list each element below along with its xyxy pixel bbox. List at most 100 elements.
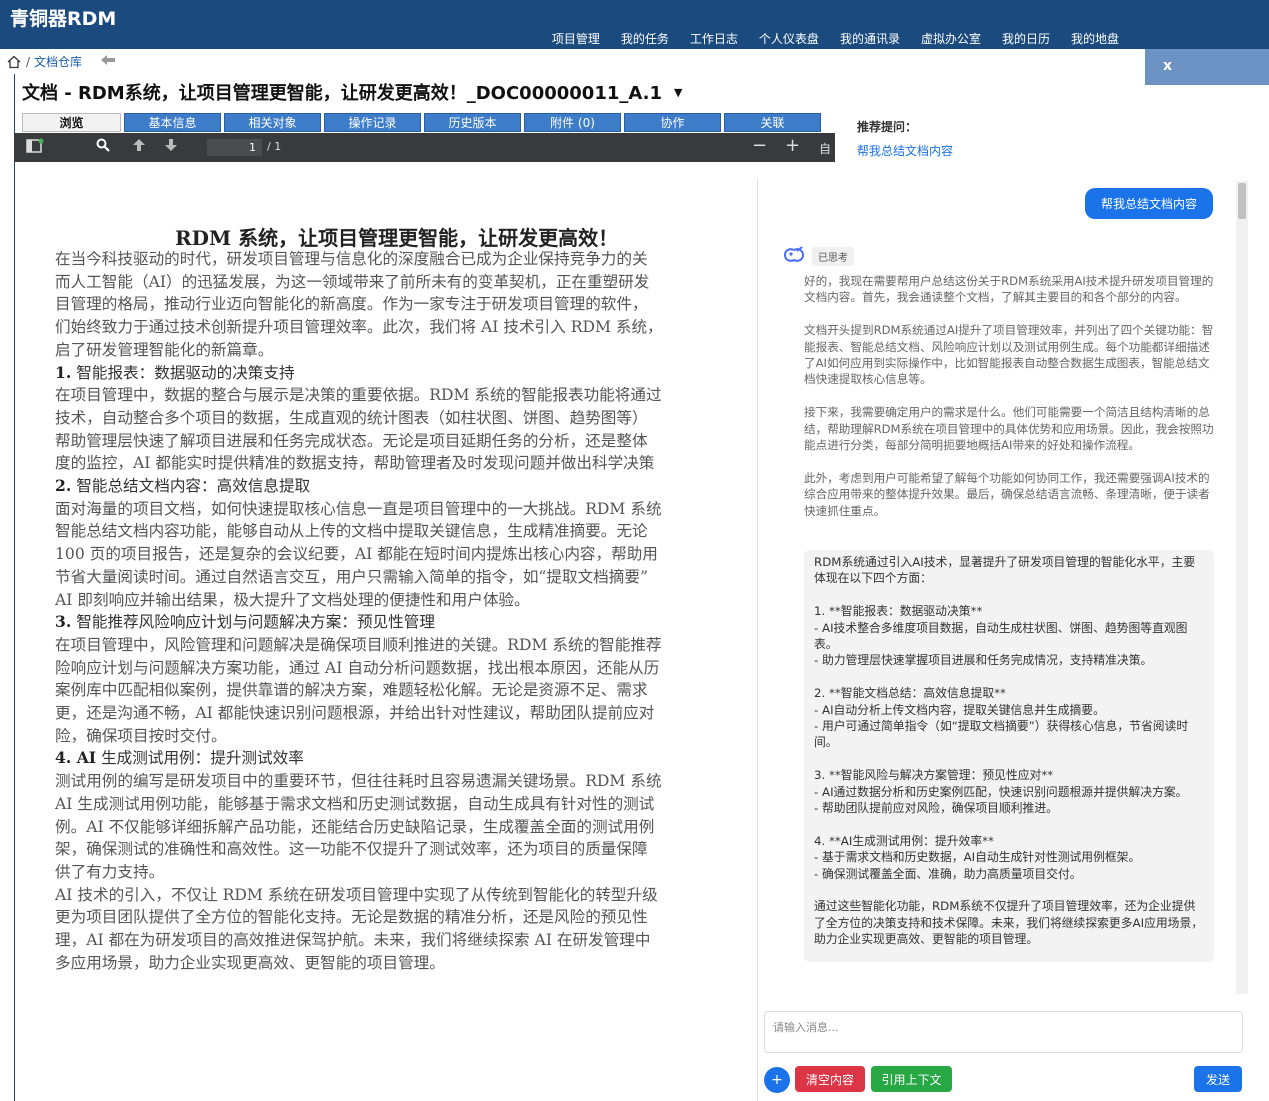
document-title-text: 文档 - RDM系统，让项目管理更智能，让研发更高效！_DOC00000011_… xyxy=(22,83,662,104)
answer-line: - 用户可通过简单指令（如“提取文档摘要”）获得核心信息，节省阅读时间。 xyxy=(814,719,1189,750)
pdf-line: 多应用场景，助力企业实现更高效、更智能的项目管理。 xyxy=(55,953,445,972)
pdf-line: 险，确保项目按时交付。 xyxy=(55,726,227,745)
nav-item-my-space[interactable]: 我的地盘 xyxy=(1071,30,1119,47)
heading-number: 2. xyxy=(55,476,72,496)
pdf-line: 而人工智能（AI）的迅猛发展，为这一领域带来了前所未有的变革契机，正在重塑研发 xyxy=(55,272,650,291)
pdf-heading-1: 1. 智能报表：数据驱动的决策支持 xyxy=(55,362,758,385)
top-header: 青铜器RDM 项目管理 我的任务 工作日志 个人仪表盘 我的通讯录 虚拟办公室 … xyxy=(0,0,1269,49)
tab-attachments[interactable]: 附件 (0) xyxy=(524,113,621,132)
answer-line: RDM系统通过引入AI技术，显著提升了研发项目管理的智能化水平，主要体现在以下四… xyxy=(814,555,1196,586)
send-button[interactable]: 发送 xyxy=(1194,1066,1242,1092)
breadcrumb-separator: / xyxy=(26,54,31,69)
pdf-line: 在当今科技驱动的时代，研发项目管理与信息化的深度融合已成为企业保持竞争力的关 xyxy=(55,250,648,268)
pdf-heading-3: 3. 智能推荐风险响应计划与问题解决方案：预见性管理 xyxy=(55,611,758,634)
ai-answer-bubble: RDM系统通过引入AI技术，显著提升了研发项目管理的智能化水平，主要体现在以下四… xyxy=(804,550,1214,962)
pdf-line: AI 技术的引入，不仅让 RDM 系统在研发项目管理中实现了从传统到智能化的转型… xyxy=(55,885,658,904)
document-title: 文档 - RDM系统，让项目管理更智能，让研发更高效！_DOC00000011_… xyxy=(22,79,682,105)
add-button[interactable]: + xyxy=(764,1067,790,1093)
recommend-question-link[interactable]: 帮我总结文档内容 xyxy=(857,142,953,159)
page-number-input[interactable]: 1 xyxy=(207,139,262,156)
tab-basic-info[interactable]: 基本信息 xyxy=(124,113,221,132)
nav-item-virtual-office[interactable]: 虚拟办公室 xyxy=(921,30,981,47)
heading-number: 1. xyxy=(55,362,72,382)
recommend-panel: 推荐提问： 帮我总结文档内容 xyxy=(845,104,1269,174)
pdf-page: RDM 系统，让项目管理更智能，让研发更高效！ 在当今科技驱动的时代，研发项目管… xyxy=(15,162,758,1101)
chat-message-input[interactable] xyxy=(765,1012,1242,1052)
answer-line xyxy=(814,751,1204,767)
close-panel-button[interactable]: x xyxy=(1163,58,1172,74)
pdf-toolbar: 1 / 1 − + 自 xyxy=(14,133,835,162)
pdf-line: AI 即刻响应并输出结果，极大提升了文档处理的便捷性和用户体验。 xyxy=(55,590,530,609)
heading-number: 4. AI xyxy=(55,748,97,768)
back-arrow-icon[interactable] xyxy=(100,54,116,70)
tab-collaborate[interactable]: 协作 xyxy=(624,113,721,132)
answer-line: - AI通过数据分析和历史案例匹配，快速识别问题根源并提供解决方案。 xyxy=(814,784,1188,799)
answer-line: 3. **智能风险与解决方案管理：预见性应对** xyxy=(814,768,1054,783)
pdf-line: 们始终致力于通过技术创新提升项目管理效率。此次，我们将 AI 技术引入 RDM … xyxy=(55,318,663,337)
breadcrumb: / 文档仓库 xyxy=(0,49,1145,74)
nav-item-project[interactable]: 项目管理 xyxy=(552,30,600,47)
thinking-status-badge[interactable]: 已思考 xyxy=(812,247,854,266)
tab-related-objects[interactable]: 相关对象 xyxy=(224,113,321,132)
pdf-line: 度的监控，AI 都能实时提供精准的数据支持，帮助管理者及时发现问题并做出科学决策 xyxy=(55,454,655,473)
zoom-in-icon[interactable]: + xyxy=(785,135,800,156)
answer-line xyxy=(814,816,1204,832)
tab-operation-log[interactable]: 操作记录 xyxy=(324,113,421,132)
breadcrumb-doc-repo[interactable]: 文档仓库 xyxy=(34,53,82,70)
pdf-line: 智能总结文档内容功能，能够自动从上传的文档中提取关键信息，生成精准摘要。无论 xyxy=(55,522,648,541)
nav-item-dashboard[interactable]: 个人仪表盘 xyxy=(759,30,819,47)
thinking-content: 好的，我现在需要帮用户总结这份关于RDM系统采用AI技术提升研发项目管理的文档内… xyxy=(804,273,1216,535)
pdf-line: 技术，自动整合多个项目的数据，生成直观的统计图表（如柱状图、饼图、趋势图等） xyxy=(55,408,648,427)
pdf-line: 险响应计划与问题解决方案功能，通过 AI 自动分析问题数据，找出根本原因，还能从… xyxy=(55,658,660,677)
nav-item-worklog[interactable]: 工作日志 xyxy=(690,30,738,47)
document-tabs: 浏览 基本信息 相关对象 操作记录 历史版本 附件 (0) 协作 关联 xyxy=(22,113,821,132)
answer-line: - 帮助团队提前应对风险，确保项目顺利推进。 xyxy=(814,801,1058,816)
pdf-line: 更，还是沟通不畅，AI 都能快速识别问题根源，并给出针对性建议，帮助团队提前应对 xyxy=(55,704,655,723)
answer-line: - AI自动分析上传文档内容，提取关键信息并生成摘要。 xyxy=(814,702,1105,717)
answer-line: - 确保测试覆盖全面、准确，助力高质量项目交付。 xyxy=(814,866,1082,881)
ai-chat-panel: 帮我总结文档内容 已思考 好的，我现在需要帮用户总结这份关于RDM系统采用AI技… xyxy=(757,178,1269,1101)
nav-item-tasks[interactable]: 我的任务 xyxy=(621,30,669,47)
tab-links[interactable]: 关联 xyxy=(724,113,821,132)
pdf-line: 供了有力支持。 xyxy=(55,862,165,881)
page-total: / 1 xyxy=(267,140,282,153)
nav-item-contacts[interactable]: 我的通讯录 xyxy=(840,30,900,47)
tab-browse[interactable]: 浏览 xyxy=(22,113,121,132)
answer-line: - 基于需求文档和历史数据，AI自动生成针对性测试用例框架。 xyxy=(814,850,1141,865)
panel-header-bar: x xyxy=(1145,49,1269,85)
thinking-paragraph: 好的，我现在需要帮用户总结这份关于RDM系统采用AI技术提升研发项目管理的文档内… xyxy=(804,274,1214,305)
heading-number: 3. xyxy=(55,612,72,632)
app-logo[interactable]: 青铜器RDM xyxy=(10,4,116,31)
thinking-paragraph: 文档开头提到RDM系统通过AI提升了项目管理效率，并列出了四个关键功能：智能报表… xyxy=(804,323,1214,387)
chat-scrollbar-thumb[interactable] xyxy=(1238,183,1246,219)
chat-messages[interactable]: 帮我总结文档内容 已思考 好的，我现在需要帮用户总结这份关于RDM系统采用AI技… xyxy=(758,178,1248,994)
pdf-line: 架，确保测试的准确性和高效性。这一功能不仅提升了测试效率，还为项目的质量保障 xyxy=(55,840,648,859)
pdf-line: 测试用例的编写是研发项目中的重要环节，但往往耗时且容易遗漏关键场景。RDM 系统 xyxy=(55,772,662,791)
home-icon[interactable] xyxy=(6,54,22,70)
quote-context-button[interactable]: 引用上下文 xyxy=(871,1066,952,1092)
pdf-line: 在项目管理中，风险管理和问题解决是确保项目顺利推进的关键。RDM 系统的智能推荐 xyxy=(55,635,662,654)
pdf-line: 理，AI 都在为研发项目的高效推进保驾护航。未来，我们将继续探索 AI 在研发管… xyxy=(55,931,651,950)
previous-page-icon[interactable] xyxy=(132,138,146,156)
answer-line: - 助力管理层快速掌握项目进展和任务完成情况，支持精准决策。 xyxy=(814,653,1153,668)
tab-history[interactable]: 历史版本 xyxy=(424,113,521,132)
search-icon[interactable] xyxy=(96,138,110,156)
thinking-paragraph: 此外，考虑到用户可能希望了解每个功能如何协同工作，我还需要强调AI技术的综合应用… xyxy=(804,470,1210,518)
recommend-label: 推荐提问： xyxy=(857,120,918,134)
nav-item-calendar[interactable]: 我的日历 xyxy=(1002,30,1050,47)
sidebar-toggle-icon[interactable] xyxy=(26,138,44,158)
main-nav: 项目管理 我的任务 工作日志 个人仪表盘 我的通讯录 虚拟办公室 我的日历 我的… xyxy=(552,30,1119,47)
heading-text: 生成测试用例：提升测试效率 xyxy=(101,749,304,768)
zoom-select[interactable]: 自 xyxy=(819,140,831,157)
pdf-heading-2: 2. 智能总结文档内容：高效信息提取 xyxy=(55,475,758,498)
dropdown-caret-icon[interactable]: ▼ xyxy=(674,86,682,99)
answer-line xyxy=(814,669,1204,685)
chat-scrollbar[interactable] xyxy=(1236,181,1248,994)
heading-text: 智能报表：数据驱动的决策支持 xyxy=(76,363,295,382)
pdf-title: RDM 系统，让项目管理更智能，让研发更高效！ xyxy=(175,226,619,250)
zoom-out-icon[interactable]: − xyxy=(752,135,767,156)
answer-line: 1. **智能报表：数据驱动决策** xyxy=(814,604,983,619)
pdf-line: 在项目管理中，数据的整合与展示是决策的重要依据。RDM 系统的智能报表功能将通过 xyxy=(55,386,662,405)
next-page-icon[interactable] xyxy=(164,138,178,156)
clear-content-button[interactable]: 清空内容 xyxy=(795,1066,865,1092)
